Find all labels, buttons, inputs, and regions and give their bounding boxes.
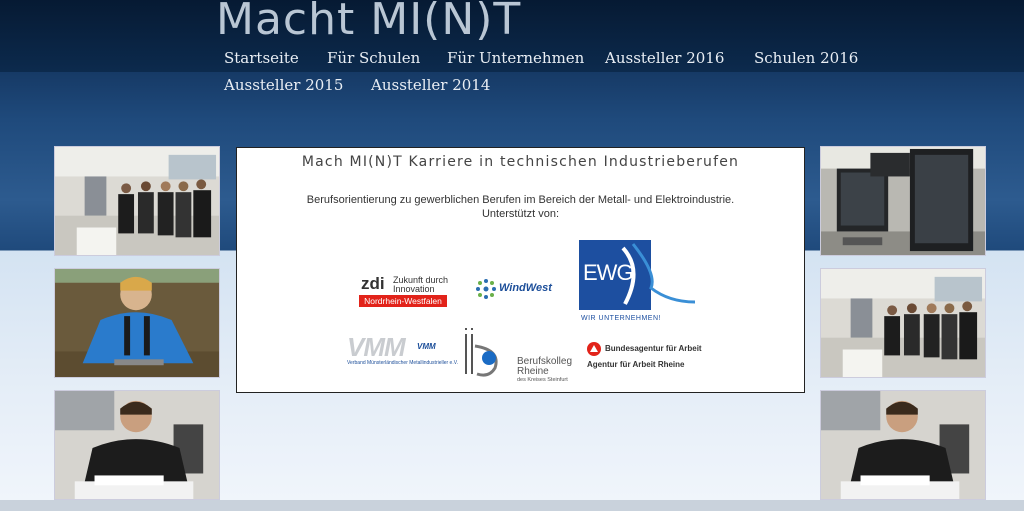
content-supported-by: Unterstützt von: <box>481 208 560 220</box>
photo-computer-lab <box>820 146 986 256</box>
berufskolleg-line2: Rheine <box>517 366 549 377</box>
nav-fuer-schulen[interactable]: Für Schulen <box>327 49 420 67</box>
vmm-caption: Verband Münsterländischer Metallindustri… <box>347 360 458 366</box>
windwest-logo[interactable]: WindWest <box>475 278 571 302</box>
footer-bar <box>0 500 1024 511</box>
nav-schulen-2016[interactable]: Schulen 2016 <box>754 49 858 67</box>
berufskolleg-logo[interactable]: Berufskolleg Rheine des Kreises Steinfur… <box>461 326 581 383</box>
zdi-region: Nordrhein-Westfalen <box>359 295 447 307</box>
content-title: Mach MI(N)T Karriere in technischen Indu… <box>301 154 740 170</box>
berufskolleg-line3: des Kreises Steinfurt <box>517 377 568 383</box>
berufskolleg-icon <box>465 328 498 377</box>
windwest-name: WindWest <box>499 282 552 294</box>
photo-student-workbench <box>54 268 220 378</box>
nav-aussteller-2016[interactable]: Aussteller 2016 <box>605 49 724 67</box>
photo-students-lab <box>54 146 220 256</box>
ewg-swoosh-icon <box>621 243 696 305</box>
arbeitsagentur-line1: Bundesagentur für Arbeit <box>605 344 702 353</box>
nav-startseite[interactable]: Startseite <box>224 49 299 67</box>
zdi-line2: Innovation <box>393 284 435 294</box>
zdi-mark: zdi <box>361 274 385 293</box>
arbeitsagentur-logo[interactable]: Bundesagentur für Arbeit Agentur für Arb… <box>587 342 705 372</box>
site-title: Macht MI(N)T <box>216 0 522 45</box>
nav-aussteller-2015[interactable]: Aussteller 2015 <box>224 76 343 94</box>
arbeitsagentur-line2: Agentur für Arbeit Rheine <box>587 360 685 369</box>
photo-students-lab-right <box>820 268 986 378</box>
zdi-logo[interactable]: zdi Zukunft durch Innovation Nordrhein-W… <box>359 274 459 310</box>
vmm-mark-large: VMM <box>347 332 406 362</box>
content-description: Berufsorientierung zu gewerblichen Beruf… <box>306 194 735 206</box>
vmm-logo[interactable]: VMM VMM Verband Münsterländischer Metall… <box>347 332 458 368</box>
vmm-mark-small: VMM <box>417 342 436 351</box>
ewg-tagline: WIR UNTERNEHMEN! <box>581 315 661 322</box>
ewg-logo[interactable]: EWG WIR UNTERNEHMEN! <box>579 240 697 324</box>
photo-student-writing-right <box>820 390 986 500</box>
nav-aussteller-2014[interactable]: Aussteller 2014 <box>371 76 490 94</box>
photo-student-writing <box>54 390 220 500</box>
arbeitsagentur-icon <box>587 342 601 356</box>
nav-fuer-unternehmen[interactable]: Für Unternehmen <box>447 49 584 67</box>
content-box: Mach MI(N)T Karriere in technischen Indu… <box>236 147 805 393</box>
windwest-icon <box>476 279 496 299</box>
